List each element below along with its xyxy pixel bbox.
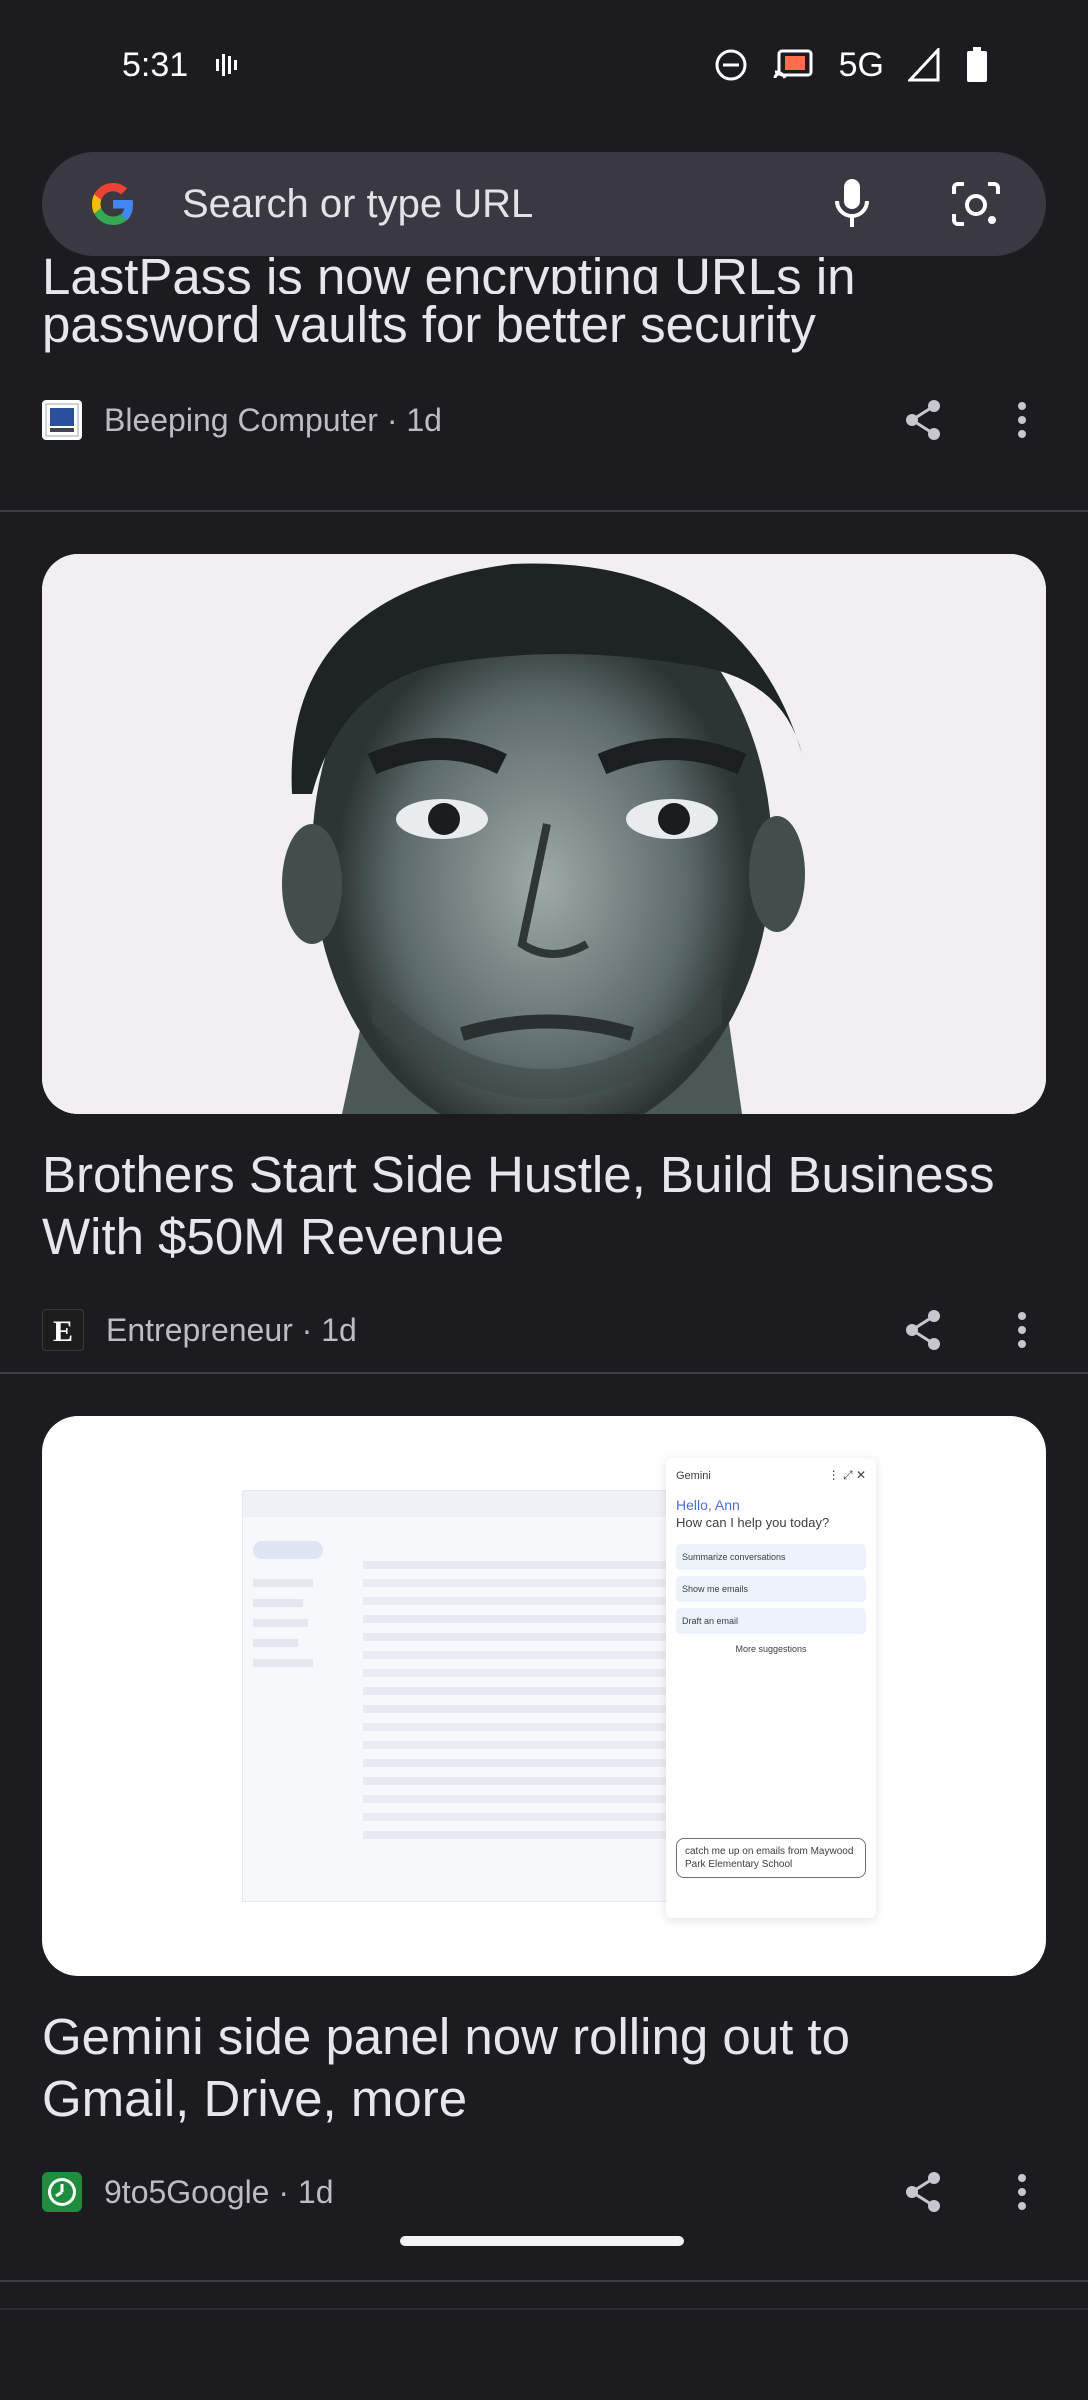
share-icon[interactable] xyxy=(902,1308,944,1352)
search-bar[interactable]: Search or type URL xyxy=(42,152,1046,256)
card-meta: E Entrepreneur · 1d xyxy=(42,1300,1046,1360)
card-title[interactable]: Gemini side panel now rolling out to Gma… xyxy=(42,2006,1046,2130)
article-age: 1d xyxy=(297,2173,334,2210)
signal-icon xyxy=(908,48,942,82)
publisher-name: Bleeping Computer xyxy=(104,401,378,438)
gemini-suggestion: Summarize conversations xyxy=(676,1544,866,1570)
entrepreneur-icon: E xyxy=(42,1309,84,1351)
gemini-panel-title: Gemini xyxy=(676,1469,711,1482)
vibrate-icon xyxy=(212,50,242,80)
feed-divider xyxy=(0,2308,1088,2310)
gemini-suggestion: Draft an email xyxy=(676,1608,866,1634)
article-image-gmail-gemini[interactable]: Gemini ⋮ ⤢ ✕ Hello, Ann How can I help y… xyxy=(42,1416,1046,1976)
microphone-icon[interactable] xyxy=(832,177,872,231)
network-type: 5G xyxy=(838,45,884,84)
card-title-line1: Gemini side panel now rolling out to xyxy=(42,2008,850,2065)
card-title-line2: Gmail, Drive, more xyxy=(42,2070,468,2127)
article-image-portrait[interactable] xyxy=(42,554,1046,1114)
do-not-disturb-icon xyxy=(713,47,749,83)
search-input[interactable]: Search or type URL xyxy=(182,182,832,227)
card-actions xyxy=(902,2170,1028,2214)
card-title-line1: Brothers Start Side Hustle, Build Busine… xyxy=(42,1146,995,1203)
feed-card-lastpass[interactable]: LastPass is now encrypting URLs in passw… xyxy=(0,248,1088,510)
news-feed: LastPass is now encrypting URLs in passw… xyxy=(0,248,1088,2310)
gemini-greeting: Hello, Ann xyxy=(676,1497,740,1513)
status-bar: 5:31 5G xyxy=(0,0,1088,130)
battery-icon xyxy=(966,47,988,83)
gemini-more-suggestions: More suggestions xyxy=(735,1644,807,1654)
card-actions xyxy=(902,1308,1028,1352)
status-time: 5:31 xyxy=(122,45,189,84)
feed-card-entrepreneur[interactable]: Brothers Start Side Hustle, Build Busine… xyxy=(0,512,1088,1362)
google-logo-icon xyxy=(86,177,140,231)
cast-icon xyxy=(773,48,815,82)
card-title-line2: password vaults for better security xyxy=(42,296,816,353)
gemini-suggestion: Show me emails xyxy=(676,1576,866,1602)
card-title[interactable]: Brothers Start Side Hustle, Build Busine… xyxy=(42,1144,1046,1268)
more-options-icon[interactable] xyxy=(1016,400,1028,440)
gemini-panel-preview: Gemini ⋮ ⤢ ✕ Hello, Ann How can I help y… xyxy=(666,1458,876,1918)
feed-divider xyxy=(0,2280,1088,2282)
card-title-line2: With $50M Revenue xyxy=(42,1208,505,1265)
card-meta: 9to5Google · 1d xyxy=(42,2162,1046,2222)
gemini-input: catch me up on emails from Maywood Park … xyxy=(676,1838,866,1878)
status-right: 5G xyxy=(713,46,988,85)
status-left: 5:31 xyxy=(122,46,242,85)
publisher-name: 9to5Google xyxy=(104,2173,270,2210)
publisher-name: Entrepreneur xyxy=(106,1311,293,1348)
article-age: 1d xyxy=(406,401,442,438)
svg-text:E: E xyxy=(53,1315,73,1348)
gemini-prompt: How can I help you today? xyxy=(676,1515,830,1530)
card-source: 9to5Google · 1d xyxy=(104,2173,334,2210)
9to5google-icon xyxy=(42,2172,82,2212)
gemini-panel-close-icon: ⋮ ⤢ ✕ xyxy=(827,1468,866,1482)
card-title[interactable]: LastPass is now encrypting URLs in passw… xyxy=(42,248,1046,356)
search-actions xyxy=(832,177,1002,231)
card-source: Entrepreneur · 1d xyxy=(106,1311,357,1348)
share-icon[interactable] xyxy=(902,2170,944,2214)
share-icon[interactable] xyxy=(902,398,944,442)
more-options-icon[interactable] xyxy=(1016,2172,1028,2212)
more-options-icon[interactable] xyxy=(1016,1310,1028,1350)
card-actions xyxy=(902,398,1028,442)
gmail-inbox-preview xyxy=(242,1490,694,1902)
feed-card-9to5google[interactable]: Gemini ⋮ ⤢ ✕ Hello, Ann How can I help y… xyxy=(0,1374,1088,2254)
bleeping-computer-icon xyxy=(42,400,82,440)
card-source: Bleeping Computer · 1d xyxy=(104,401,442,438)
home-gesture-bar[interactable] xyxy=(400,2236,684,2246)
camera-search-icon[interactable] xyxy=(950,180,1002,228)
article-age: 1d xyxy=(321,1311,357,1348)
card-title-line1: LastPass is now encrypting URLs in xyxy=(42,248,856,294)
card-meta: Bleeping Computer · 1d xyxy=(42,390,1046,450)
